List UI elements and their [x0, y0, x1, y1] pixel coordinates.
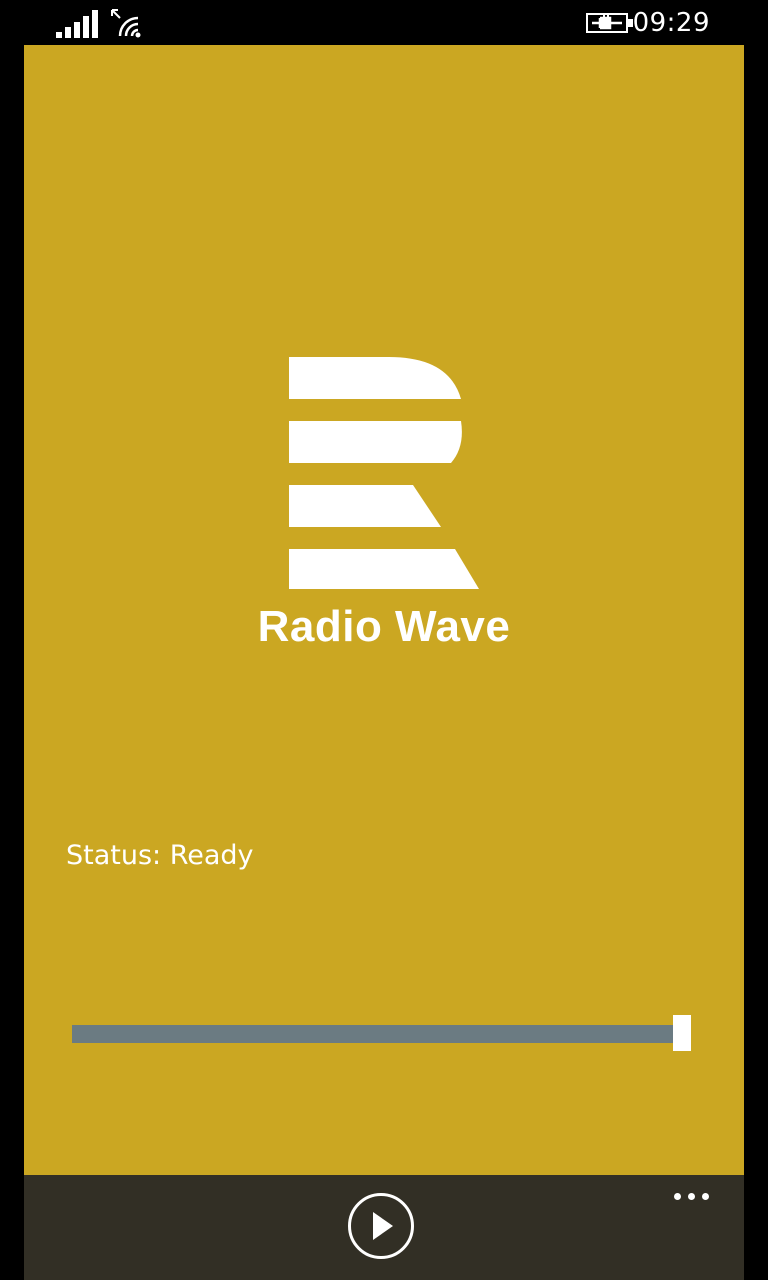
more-options-button[interactable]	[668, 1185, 716, 1209]
radio-logo-icon	[289, 357, 479, 589]
status-bar: 09:29	[0, 0, 768, 45]
battery-charging-icon	[586, 13, 633, 33]
signal-strength-icon	[56, 10, 98, 38]
clock: 09:29	[632, 8, 710, 38]
play-button[interactable]	[348, 1193, 414, 1259]
slider-track[interactable]	[72, 1025, 682, 1043]
app-page: Radio Wave Status: Ready	[24, 45, 744, 1175]
slider-thumb[interactable]	[673, 1015, 691, 1051]
volume-slider[interactable]	[72, 1013, 692, 1053]
play-icon	[373, 1212, 393, 1240]
wifi-icon	[111, 9, 141, 38]
more-icon	[674, 1193, 681, 1200]
more-icon	[688, 1193, 695, 1200]
station-name: Radio Wave	[257, 602, 511, 651]
more-icon	[702, 1193, 709, 1200]
status-text: Status: Ready	[66, 840, 254, 871]
app-bar	[24, 1175, 744, 1280]
phone-screen: 09:29 Radio Wave Status: Ready	[0, 0, 768, 1280]
